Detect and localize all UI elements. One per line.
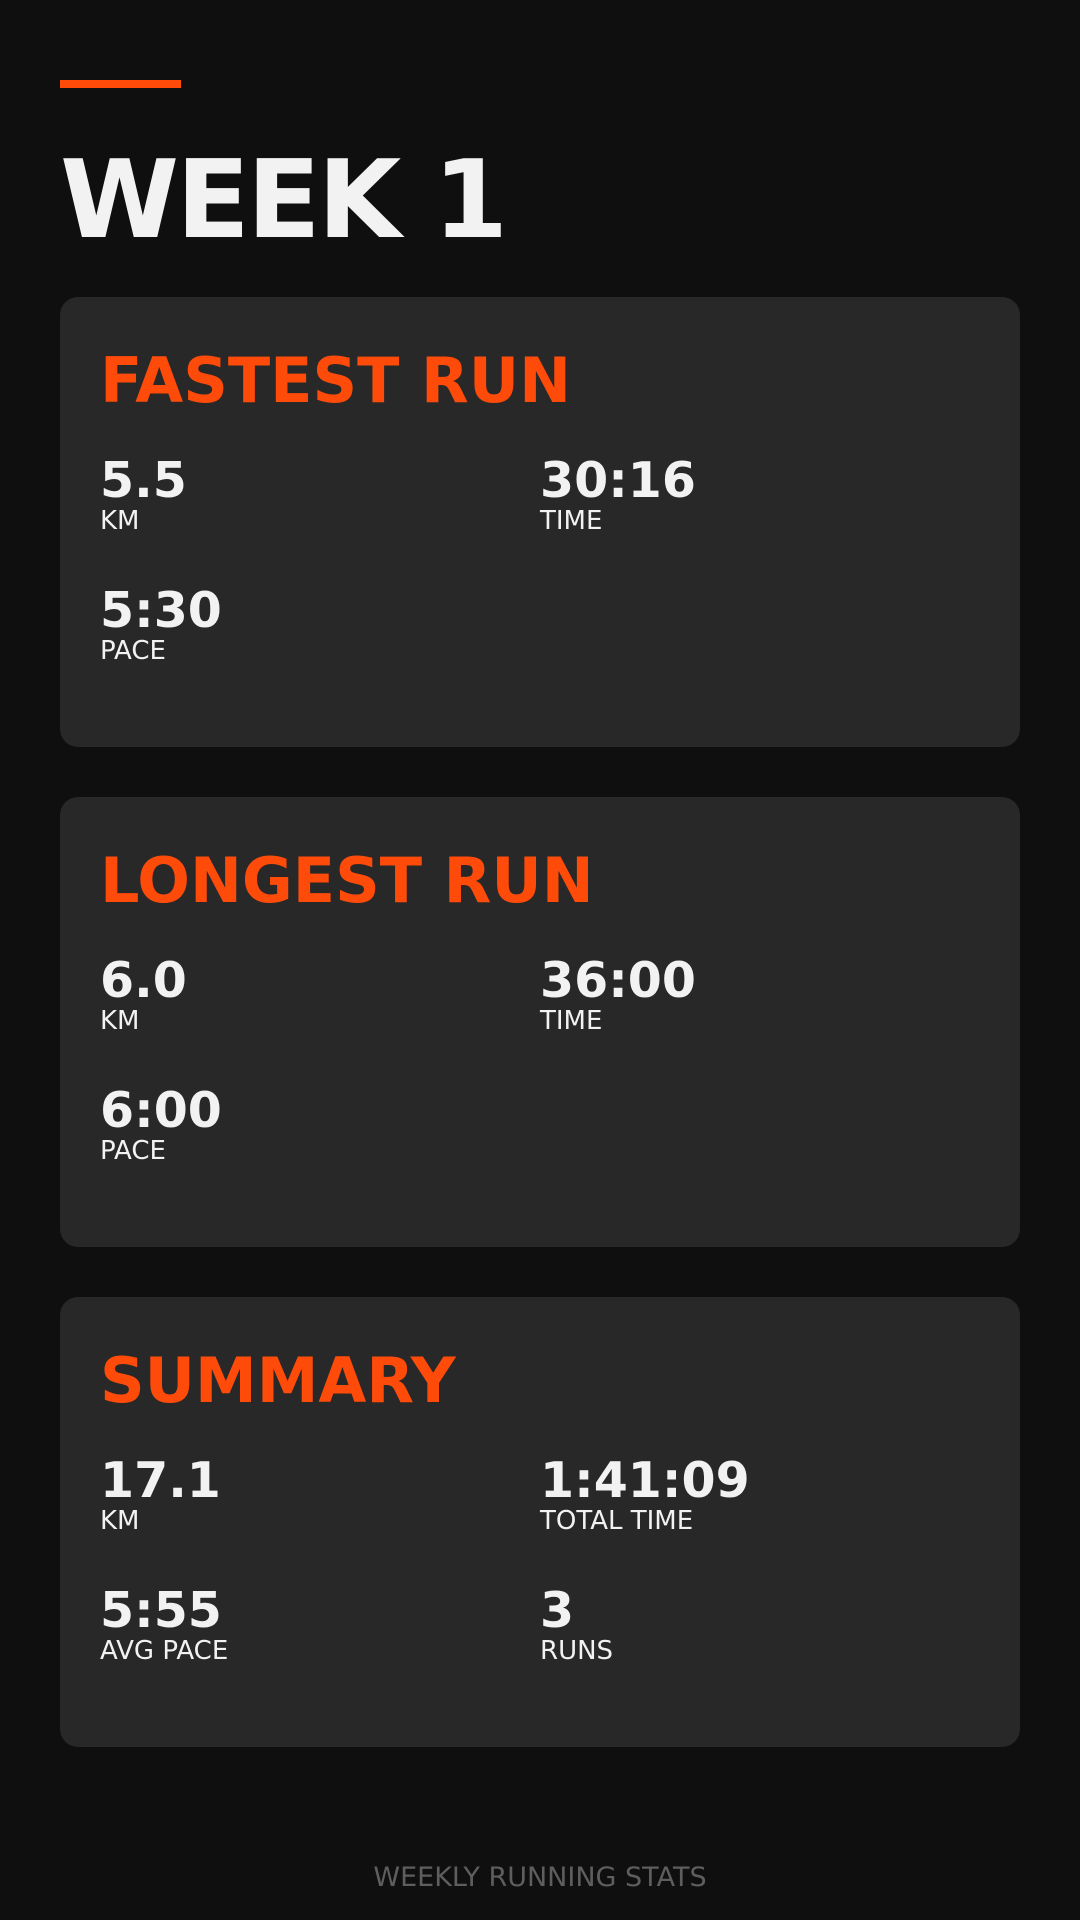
summary-total-time-label: TOTAL TIME [540,1506,694,1537]
longest-run-time-stat: 36:00 TIME [540,955,940,1038]
longest-run-pace-value: 6:00 [100,1082,222,1139]
summary-total-time-stat: 1:41:09 TOTAL TIME [540,1455,940,1538]
longest-run-title: LONGEST RUN [100,844,594,917]
summary-distance-stat: 17.1 KM [100,1455,500,1538]
summary-avg-pace-stat: 5:55 AVG PACE [100,1585,500,1668]
fastest-run-time-label: TIME [540,506,603,537]
fastest-run-distance-label: KM [100,506,140,537]
fastest-run-time-stat: 30:16 TIME [540,455,940,538]
summary-distance-label: KM [100,1506,140,1537]
accent-bar [60,80,181,88]
summary-total-time-value: 1:41:09 [540,1452,750,1509]
page-title: WEEK 1 [60,138,508,263]
footer-caption: WEEKLY RUNNING STATS [373,1862,707,1893]
summary-avg-pace-value: 5:55 [100,1582,222,1639]
fastest-run-card: FASTEST RUN 5.5 KM 30:16 TIME 5:30 PACE [60,297,1020,747]
fastest-run-distance-value: 5.5 [100,452,187,509]
longest-run-card: LONGEST RUN 6.0 KM 36:00 TIME 6:00 PACE [60,797,1020,1247]
longest-run-distance-stat: 6.0 KM [100,955,500,1038]
summary-title: SUMMARY [100,1344,456,1417]
longest-run-pace-stat: 6:00 PACE [100,1085,500,1168]
summary-avg-pace-label: AVG PACE [100,1636,229,1667]
fastest-run-distance-stat: 5.5 KM [100,455,500,538]
fastest-run-pace-value: 5:30 [100,582,222,639]
longest-run-time-value: 36:00 [540,952,696,1009]
fastest-run-pace-label: PACE [100,636,166,667]
fastest-run-title: FASTEST RUN [100,344,572,417]
weekly-stats-page: WEEK 1 FASTEST RUN 5.5 KM 30:16 TIME 5:3… [0,0,1080,1920]
summary-distance-value: 17.1 [100,1452,221,1509]
fastest-run-pace-stat: 5:30 PACE [100,585,500,668]
longest-run-pace-label: PACE [100,1136,166,1167]
summary-card: SUMMARY 17.1 KM 1:41:09 TOTAL TIME 5:55 … [60,1297,1020,1747]
summary-runs-label: RUNS [540,1636,614,1667]
longest-run-distance-label: KM [100,1006,140,1037]
summary-runs-stat: 3 RUNS [540,1585,940,1668]
longest-run-distance-value: 6.0 [100,952,187,1009]
summary-runs-value: 3 [540,1582,575,1639]
longest-run-time-label: TIME [540,1006,603,1037]
fastest-run-time-value: 30:16 [540,452,696,509]
